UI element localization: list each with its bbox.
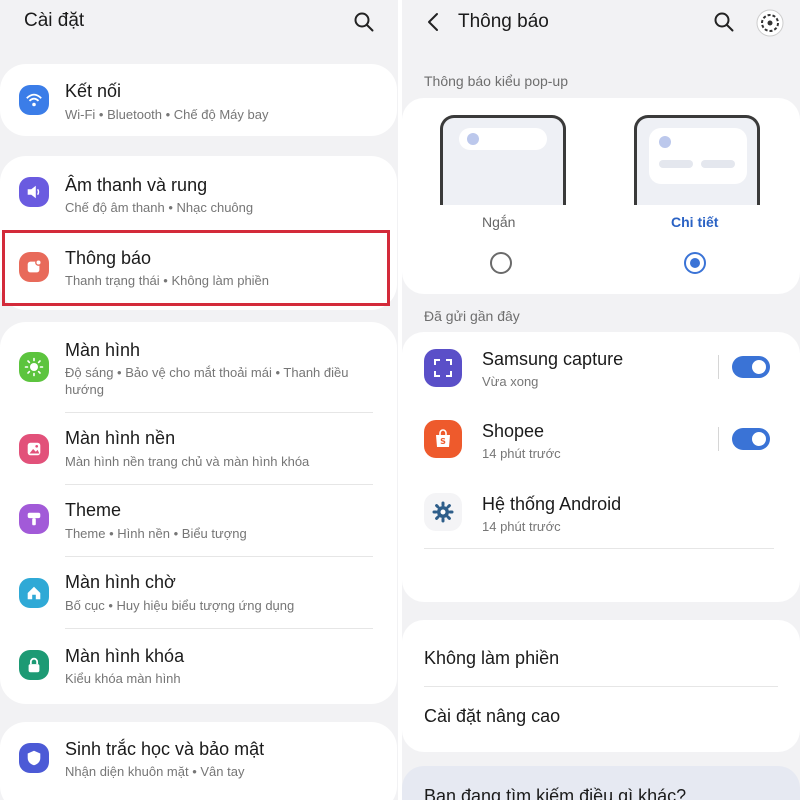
settings-item-sound[interactable]: Âm thanh và rung Chế độ âm thanh • Nhạc …: [0, 156, 397, 232]
toggle-knob: [750, 358, 768, 376]
settings-item-label: Màn hình chờ: [65, 572, 176, 592]
app-row-shopee[interactable]: S Shopee 14 phút trước: [402, 405, 800, 475]
home-icon: [19, 578, 49, 608]
card-security: Sinh trắc học và bảo mật Nhận diện khuôn…: [0, 722, 397, 800]
back-arrow-icon[interactable]: [422, 10, 446, 34]
divider: [424, 686, 778, 687]
app-name: Shopee: [482, 421, 545, 441]
settings-item-theme[interactable]: Theme Theme • Hình nền • Biểu tượng: [0, 486, 397, 558]
radio-detailed[interactable]: [684, 252, 706, 274]
settings-item-subtitle: Chế độ âm thanh • Nhạc chuông: [65, 200, 254, 215]
shopee-icon: S: [424, 420, 462, 458]
lock-icon: [19, 650, 49, 680]
settings-item-lock-screen[interactable]: Màn hình khóa Kiểu khóa màn hình: [0, 630, 397, 702]
settings-item-wallpaper[interactable]: Màn hình nền Màn hình nền trang chủ và m…: [0, 414, 397, 486]
suggestion-card: Bạn đang tìm kiếm điều gì khác?: [402, 766, 800, 800]
page-title: Thông báo: [458, 11, 549, 32]
android-gear-icon: [424, 493, 462, 531]
settings-item-home-screen[interactable]: Màn hình chờ Bố cục • Huy hiệu biểu tượn…: [0, 558, 397, 630]
app-time: 14 phút trước: [482, 519, 561, 534]
divider: [65, 628, 373, 629]
recent-section-label: Đã gửi gần đây: [424, 308, 520, 324]
capture-icon: [424, 349, 462, 387]
card-display: Màn hình Độ sáng • Bảo vệ cho mắt thoải …: [0, 322, 397, 704]
settings-item-biometrics[interactable]: Sinh trắc học và bảo mật Nhận diện khuôn…: [0, 722, 397, 794]
settings-item-label: Màn hình khóa: [65, 646, 185, 666]
settings-item-subtitle: Kiểu khóa màn hình: [65, 671, 181, 686]
advanced-settings-option[interactable]: Cài đặt nâng cao: [424, 706, 560, 727]
preview-line: [701, 160, 735, 168]
preview-dot: [659, 136, 671, 148]
toggle-shopee[interactable]: [732, 428, 770, 450]
sun-icon: [19, 352, 49, 382]
card-connections: Kết nối Wi-Fi • Bluetooth • Chế độ Máy b…: [0, 64, 397, 136]
recent-apps-card: Samsung capture Vừa xong S Shopee 14 phú…: [402, 332, 800, 602]
settings-topbar: Cài đặt: [0, 0, 398, 48]
settings-item-label: Kết nối: [65, 81, 122, 101]
settings-item-connections[interactable]: Kết nối Wi-Fi • Bluetooth • Chế độ Máy b…: [0, 64, 397, 136]
popup-style-card: Ngắn Chi tiết: [402, 98, 800, 294]
highlight-box: [2, 230, 390, 306]
popup-section-label: Thông báo kiểu pop-up: [424, 73, 568, 89]
search-icon[interactable]: [712, 10, 736, 34]
search-icon[interactable]: [352, 10, 376, 34]
settings-panel: Cài đặt Kết nối Wi-Fi • Bluetooth • Chế …: [0, 0, 398, 800]
app-name: Samsung capture: [482, 349, 624, 369]
radio-selected-dot: [690, 258, 700, 268]
brief-popup-preview: [459, 128, 547, 150]
divider: [65, 484, 373, 485]
divider: [718, 427, 719, 451]
wifi-icon: [19, 85, 49, 115]
do-not-disturb-option[interactable]: Không làm phiền: [424, 648, 559, 669]
app-time: 14 phút trước: [482, 446, 561, 461]
app-row-android-system[interactable]: Hệ thống Android 14 phút trước: [402, 478, 800, 548]
notification-options-card: Không làm phiền Cài đặt nâng cao: [402, 620, 800, 752]
popup-option-brief-label: Ngắn: [482, 214, 516, 230]
settings-item-subtitle: Độ sáng • Bảo vệ cho mắt thoải mái • Tha…: [65, 365, 349, 397]
settings-item-subtitle: Theme • Hình nền • Biểu tượng: [65, 526, 247, 541]
settings-item-label: Âm thanh và rung: [65, 175, 208, 195]
svg-text:S: S: [440, 437, 446, 446]
image-icon: [19, 434, 49, 464]
shield-icon: [19, 743, 49, 773]
settings-item-subtitle: Bố cục • Huy hiệu biểu tượng ứng dụng: [65, 598, 295, 613]
toggle-knob: [750, 430, 768, 448]
divider: [65, 412, 373, 413]
app-time: Vừa xong: [482, 374, 539, 389]
preview-dot: [467, 133, 479, 145]
detailed-popup-preview: [649, 128, 747, 184]
settings-item-subtitle: Màn hình nền trang chủ và màn hình khóa: [65, 454, 310, 469]
toggle-samsung-capture[interactable]: [732, 356, 770, 378]
popup-option-detailed-label: Chi tiết: [671, 214, 719, 230]
notifications-panel: Thông báo Thông báo kiểu pop-up Ngắn Chi…: [402, 0, 800, 800]
theme-brush-icon: [19, 504, 49, 534]
radio-brief[interactable]: [490, 252, 512, 274]
preview-line: [659, 160, 693, 168]
settings-item-label: Màn hình nền: [65, 428, 176, 448]
divider: [718, 355, 719, 379]
looking-for-something-else: Bạn đang tìm kiếm điều gì khác?: [424, 786, 687, 800]
page-title: Cài đặt: [24, 10, 85, 31]
settings-item-display[interactable]: Màn hình Độ sáng • Bảo vệ cho mắt thoải …: [0, 322, 397, 410]
divider: [65, 556, 373, 557]
screen-capture-overlay-icon[interactable]: [755, 8, 785, 38]
detailed-preview[interactable]: [634, 115, 760, 205]
settings-item-subtitle: Wi-Fi • Bluetooth • Chế độ Máy bay: [65, 107, 269, 122]
brief-preview[interactable]: [440, 115, 566, 205]
settings-item-label: Màn hình: [65, 340, 141, 360]
app-name: Hệ thống Android: [482, 494, 622, 514]
settings-item-label: Sinh trắc học và bảo mật: [65, 739, 265, 759]
divider: [424, 548, 774, 549]
settings-item-subtitle: Nhận diện khuôn mặt • Vân tay: [65, 764, 245, 779]
settings-item-label: Theme: [65, 500, 122, 520]
speaker-icon: [19, 177, 49, 207]
app-row-samsung-capture[interactable]: Samsung capture Vừa xong: [402, 332, 800, 402]
